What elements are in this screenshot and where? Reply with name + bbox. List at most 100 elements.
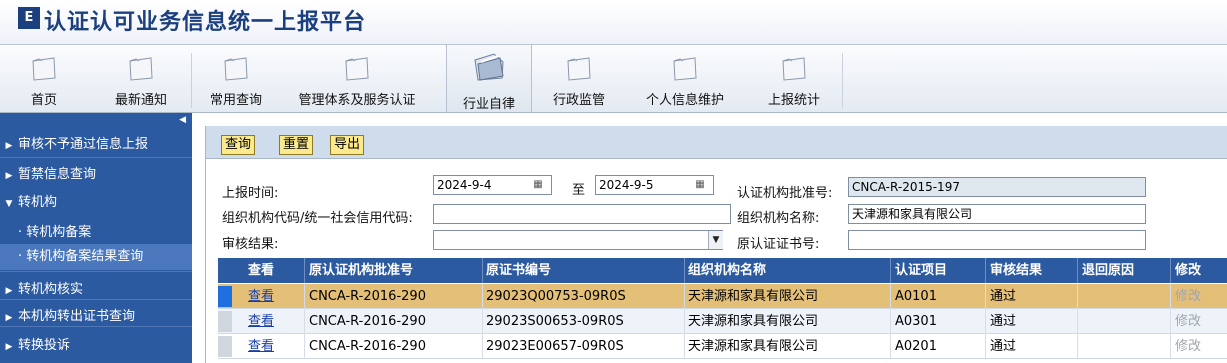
query-button[interactable]: 查询 — [221, 135, 256, 155]
nav-label: 常用查询 — [209, 93, 262, 108]
sidebar-item-label: · 转机构备案 — [18, 225, 92, 240]
folder-icon — [224, 57, 248, 81]
table-row[interactable]: 查看 CNCA-R-2016-290 29023Q00753-09R0S 天津源… — [218, 284, 1227, 309]
orig-cert-label: 原认证证书号: — [737, 237, 820, 252]
sidebar: ◀ ▶ 审核不予通过信息上报 ▶ 暂禁信息查询 ▼ 转机构 · 转机构备案 · 转机构… — [0, 113, 192, 363]
nav-industry-selfdiscipline[interactable]: 行业自律 — [446, 45, 532, 112]
edit-link[interactable]: 修改 — [1170, 309, 1227, 334]
sidebar-item-transfer-filing-result[interactable]: · 转机构备案结果查询 — [0, 244, 192, 270]
open-folder-icon — [474, 53, 504, 81]
folder-icon — [345, 57, 369, 81]
chevron-right-icon: ▶ — [5, 141, 13, 151]
cell-project: A0101 — [890, 284, 990, 309]
col-header-view: 查看 — [248, 263, 275, 278]
cell-cert-no: 29023S00653-09R0S — [482, 309, 688, 334]
nav-divider — [191, 53, 192, 108]
sidebar-item-label: 转换投诉 — [18, 338, 71, 353]
edit-link[interactable]: 修改 — [1170, 284, 1227, 309]
nav-label: 个人信息维护 — [645, 93, 724, 108]
nav-label: 行业自律 — [462, 97, 515, 112]
nav-management-certification[interactable]: 管理体系及服务认证 — [282, 45, 432, 112]
sidebar-item-label: 转机构核实 — [18, 282, 84, 297]
chevron-down-icon: ▼ — [5, 199, 13, 209]
cell-org-name: 天津源和家具有限公司 — [684, 309, 888, 334]
table-row[interactable]: 查看 CNCA-R-2016-290 29023E00657-09R0S 天津源… — [218, 334, 1227, 359]
calendar-icon[interactable]: ▦ — [532, 179, 544, 191]
sidebar-divider — [0, 299, 192, 300]
cell-result: 通过 — [985, 334, 1082, 359]
view-link[interactable]: 查看 — [248, 334, 288, 359]
cell-return-reason — [1077, 284, 1175, 309]
chevron-right-icon: ▶ — [5, 313, 13, 323]
folder-icon — [567, 57, 591, 81]
nav-report-statistics[interactable]: 上报统计 — [758, 45, 830, 112]
chevron-right-icon: ▶ — [5, 286, 13, 296]
col-header-org-name: 组织机构名称 — [684, 258, 888, 283]
cell-result: 通过 — [985, 309, 1082, 334]
app-header: E 认证认可业务信息统一上报平台 — [0, 0, 1227, 45]
cell-cert-no: 29023E00657-09R0S — [482, 334, 688, 359]
col-header-approval-no: 原认证机构批准号 — [304, 258, 483, 283]
app-title: 认证认可业务信息统一上报平台 — [44, 9, 367, 35]
view-link[interactable]: 查看 — [248, 284, 288, 309]
col-header-result: 审核结果 — [985, 258, 1082, 283]
nav-label: 行政监管 — [552, 93, 605, 108]
app-logo: E — [18, 7, 40, 29]
nav-label: 管理体系及服务认证 — [298, 93, 416, 108]
view-link[interactable]: 查看 — [248, 309, 288, 334]
cell-result: 通过 — [985, 284, 1082, 309]
col-header-cert-no: 原证书编号 — [482, 258, 688, 283]
org-name-label: 组织机构名称: — [737, 211, 820, 226]
sidebar-item-transfer-filing[interactable]: · 转机构备案 — [0, 221, 192, 240]
report-time-label: 上报时间: — [222, 186, 279, 201]
row-indicator — [218, 311, 232, 332]
sidebar-item-label: 本机构转出证书查询 — [18, 309, 136, 324]
sidebar-item-suspension-query[interactable]: ▶ 暂禁信息查询 — [0, 163, 192, 182]
audit-result-label: 审核结果: — [222, 237, 279, 252]
calendar-icon[interactable]: ▦ — [694, 179, 706, 191]
sidebar-item-label: · 转机构备案结果查询 — [18, 249, 144, 264]
chevron-right-icon: ▶ — [5, 342, 13, 352]
nav-home[interactable]: 首页 — [18, 45, 70, 112]
folder-icon — [129, 57, 153, 81]
sidebar-item-transfer[interactable]: ▼ 转机构 — [0, 191, 192, 210]
action-toolbar: 查询 重置 导出 — [206, 126, 1227, 159]
main-panel: 查询 重置 导出 上报时间: 2024-9-4 ▦ 至 2024-9-5 ▦ 认… — [205, 126, 1227, 363]
sidebar-item-label: 审核不予通过信息上报 — [18, 137, 149, 152]
org-name-input[interactable]: 天津源和家具有限公司 — [848, 204, 1146, 224]
nav-common-query[interactable]: 常用查询 — [200, 45, 272, 112]
sidebar-item-transfer-complaint[interactable]: ▶ 转换投诉 — [0, 334, 192, 353]
org-code-input[interactable] — [433, 204, 731, 224]
folder-icon — [782, 57, 806, 81]
nav-news[interactable]: 最新通知 — [106, 45, 176, 112]
edit-link[interactable]: 修改 — [1170, 334, 1227, 359]
export-button[interactable]: 导出 — [330, 135, 365, 155]
approval-no-label: 认证机构批准号: — [737, 186, 833, 201]
org-code-label: 组织机构代码/统一社会信用代码: — [222, 211, 413, 226]
row-indicator — [218, 336, 232, 357]
sidebar-item-outgoing-certs[interactable]: ▶ 本机构转出证书查询 — [0, 305, 192, 324]
cell-project: A0201 — [890, 334, 990, 359]
nav-divider — [842, 53, 843, 108]
main-nav: 首页 最新通知 常用查询 管理体系及服务认证 行业自律 行政监管 个人信息维护 … — [0, 45, 1227, 113]
nav-label: 首页 — [30, 93, 57, 108]
table-row[interactable]: 查看 CNCA-R-2016-290 29023S00653-09R0S 天津源… — [218, 309, 1227, 334]
col-header-edit: 修改 — [1170, 258, 1227, 283]
nav-personal-info[interactable]: 个人信息维护 — [635, 45, 735, 112]
chevron-down-icon[interactable]: ▼ — [708, 231, 723, 249]
orig-cert-input[interactable] — [848, 230, 1146, 250]
reset-button[interactable]: 重置 — [279, 135, 314, 155]
col-header-project: 认证项目 — [890, 258, 990, 283]
sidebar-item-transfer-verify[interactable]: ▶ 转机构核实 — [0, 278, 192, 297]
sidebar-divider — [0, 271, 192, 272]
collapse-sidebar-icon[interactable]: ◀ — [179, 115, 186, 125]
cell-return-reason — [1077, 334, 1175, 359]
sidebar-item-audit-rejected[interactable]: ▶ 审核不予通过信息上报 — [0, 133, 192, 152]
approval-no-field: CNCA-R-2015-197 — [848, 177, 1146, 197]
nav-administrative-supervision[interactable]: 行政监管 — [546, 45, 612, 112]
cell-project: A0301 — [890, 309, 990, 334]
audit-result-select[interactable] — [433, 230, 723, 250]
sidebar-divider — [0, 326, 192, 327]
col-header-return-reason: 退回原因 — [1077, 258, 1175, 283]
date-to-label: 至 — [572, 183, 586, 198]
